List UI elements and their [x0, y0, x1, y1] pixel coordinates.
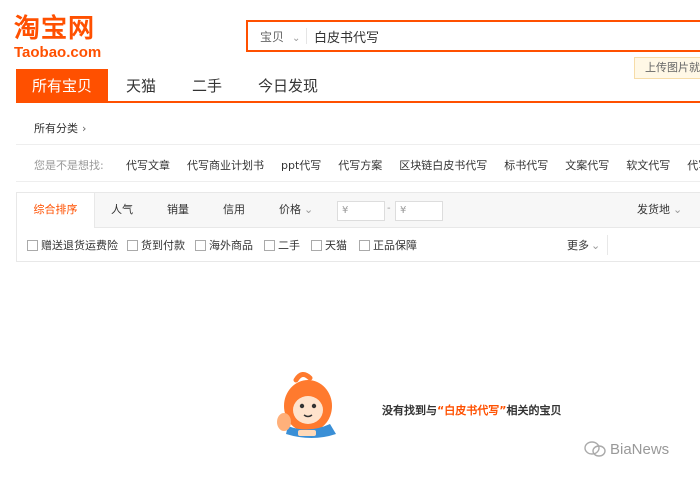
suggestion-item[interactable]: 软文代写 — [626, 157, 670, 173]
search-bar[interactable]: 宝贝 ⌄ 白皮书代写 — [246, 20, 700, 52]
sort-popularity[interactable]: 人气 — [111, 193, 133, 227]
suggestion-item[interactable]: 文案代写 — [565, 157, 609, 173]
sort-credit[interactable]: 信用 — [223, 193, 245, 227]
checkbox[interactable] — [359, 239, 370, 251]
suggestion-item[interactable]: 代写方案 — [338, 157, 382, 173]
logo-chinese: 淘宝网 — [14, 14, 96, 44]
suggestion-list: 代写文章 代写商业计划书 ppt代写 代写方案 区块链白皮书代写 标书代写 文案… — [126, 157, 700, 173]
tab-today-discover[interactable]: 今日发现 — [240, 69, 336, 103]
search-type-label: 宝贝 — [260, 30, 285, 44]
sort-price[interactable]: 价格 ⌄ — [279, 193, 313, 227]
filter-free-return-insurance[interactable]: 赠送退货运费险 — [27, 237, 118, 253]
search-divider — [306, 28, 307, 44]
checkbox[interactable] — [127, 239, 138, 251]
empty-suffix: 相关的宝贝 — [506, 404, 562, 417]
wechat-icon — [584, 441, 606, 457]
empty-keyword: “白皮书代写” — [437, 404, 507, 417]
search-type-select[interactable]: 宝贝 ⌄ — [260, 28, 300, 45]
filter-overseas[interactable]: 海外商品 — [195, 237, 253, 253]
sort-default[interactable]: 综合排序 — [17, 193, 95, 228]
chevron-right-icon: › — [82, 122, 87, 135]
chevron-down-icon: ⌄ — [673, 203, 683, 216]
empty-prefix: 没有找到与 — [382, 404, 437, 417]
filter-genuine-guarantee[interactable]: 正品保障 — [359, 237, 417, 253]
tab-tmall[interactable]: 天猫 — [108, 69, 174, 103]
sort-bar: 综合排序 人气 销量 信用 价格 ⌄ ¥ - ¥ 发货地 ⌄ — [16, 192, 700, 228]
logo-english: Taobao.com — [14, 44, 102, 61]
suggestion-label: 您是不是想找: — [34, 159, 104, 172]
price-dash: - — [387, 203, 391, 214]
sort-price-label: 价格 — [279, 203, 301, 216]
ship-from-select[interactable]: 发货地 ⌄ — [637, 193, 682, 227]
suggestion-item[interactable]: 代写商业计划书 — [187, 157, 264, 173]
suggestion-item[interactable]: ppt代写 — [281, 157, 321, 173]
sort-sales[interactable]: 销量 — [167, 193, 189, 227]
chevron-down-icon: ⌄ — [304, 203, 314, 216]
watermark: BiaNews — [584, 440, 669, 458]
checkbox[interactable] — [27, 239, 38, 251]
suggestion-item[interactable]: 标书代写 — [504, 157, 548, 173]
tab-second-hand[interactable]: 二手 — [174, 69, 240, 103]
ship-from-label: 发货地 — [637, 203, 670, 216]
filter-tmall[interactable]: 天猫 — [311, 237, 347, 253]
upload-image-tip[interactable]: 上传图片就 — [634, 57, 700, 79]
suggestion-bar: 您是不是想找: 代写文章 代写商业计划书 ppt代写 代写方案 区块链白皮书代写… — [16, 144, 700, 182]
breadcrumb-label: 所有分类 — [34, 122, 78, 135]
tab-all-items[interactable]: 所有宝贝 — [16, 69, 108, 103]
filter-label: 货到付款 — [141, 239, 185, 252]
filter-divider — [607, 235, 608, 255]
mascot-illustration — [268, 368, 348, 448]
filter-label: 二手 — [278, 239, 300, 252]
filter-label: 赠送退货运费险 — [41, 239, 118, 252]
checkbox[interactable] — [264, 239, 275, 251]
taobao-logo[interactable]: 淘宝网 Taobao.com — [14, 14, 114, 61]
search-input[interactable]: 白皮书代写 — [314, 27, 379, 46]
chevron-down-icon: ⌄ — [292, 33, 301, 44]
filter-second-hand[interactable]: 二手 — [264, 237, 300, 253]
filter-label: 海外商品 — [209, 239, 253, 252]
tab-underline — [16, 101, 700, 103]
watermark-text: BiaNews — [610, 440, 670, 458]
filter-bar: 赠送退货运费险 货到付款 海外商品 二手 天猫 正品保障 更多 ⌄ — [16, 228, 700, 262]
price-min-input[interactable]: ¥ — [337, 201, 385, 221]
suggestion-item[interactable]: 区块链白皮书代写 — [399, 157, 487, 173]
search-tabs: 所有宝贝 天猫 二手 今日发现 — [16, 69, 336, 103]
price-max-input[interactable]: ¥ — [395, 201, 443, 221]
checkbox[interactable] — [195, 239, 206, 251]
empty-result-message: 没有找到与“白皮书代写”相关的宝贝 — [382, 402, 561, 418]
more-label: 更多 — [567, 239, 589, 252]
filter-label: 正品保障 — [373, 239, 417, 252]
filter-label: 天猫 — [325, 239, 347, 252]
checkbox[interactable] — [311, 239, 322, 251]
filter-cash-on-delivery[interactable]: 货到付款 — [127, 237, 185, 253]
more-filters-button[interactable]: 更多 ⌄ — [567, 237, 600, 253]
chevron-down-icon: ⌄ — [591, 239, 601, 252]
suggestion-item[interactable]: 代写文章 — [126, 157, 170, 173]
breadcrumb[interactable]: 所有分类 › — [34, 120, 86, 136]
suggestion-item[interactable]: 代写 — [687, 157, 700, 173]
